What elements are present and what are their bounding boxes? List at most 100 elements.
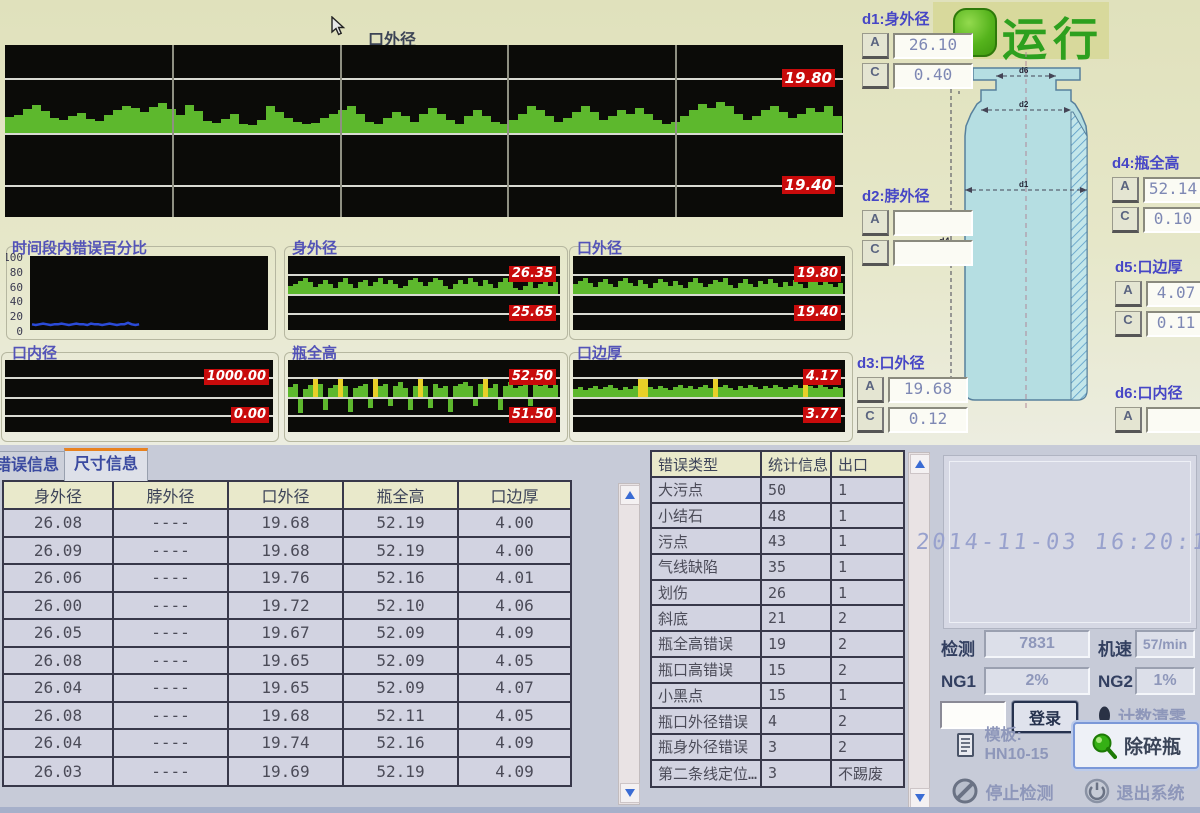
table-row[interactable]: 26.08----19.6852.194.00 (4, 510, 570, 538)
upper-limit-label: 52.50 (509, 369, 556, 385)
table-cell: 2 (832, 606, 903, 630)
lower-limit-label: 0.00 (231, 407, 269, 423)
table-row[interactable]: 瓶全高错误192 (652, 632, 903, 658)
table-cell: ---- (114, 758, 229, 786)
measure-value-c: 0.11 (1146, 311, 1200, 337)
measure-value-a (1146, 407, 1200, 433)
table-cell: 瓶口高错误 (652, 658, 762, 682)
table-row[interactable]: 污点431 (652, 529, 903, 555)
chart-bar (77, 113, 86, 133)
table-row[interactable]: 小结石481 (652, 504, 903, 530)
chart-bar (113, 110, 122, 133)
table-row[interactable]: 第二条线定位…3不踢废 (652, 761, 903, 787)
table-row[interactable]: 瓶口高错误152 (652, 658, 903, 684)
scroll-up-icon[interactable] (910, 454, 930, 474)
chart-bar (140, 112, 149, 133)
crush-bottle-button[interactable]: 除碎瓶 (1073, 722, 1199, 769)
speed-label: 机速 (1098, 635, 1132, 660)
error-percent-chart (30, 256, 268, 330)
field-a-button[interactable]: A (862, 33, 889, 59)
table-cell: ---- (114, 703, 229, 729)
tab-error-info[interactable]: 错误信息 (0, 451, 66, 480)
table-row[interactable]: 26.04----19.7452.164.09 (4, 730, 570, 758)
field-a-button[interactable]: A (1112, 177, 1139, 203)
chart-bar (716, 102, 725, 133)
exit-system-button[interactable]: 退出系统 (1073, 772, 1195, 810)
table-row[interactable]: 26.05----19.6752.094.09 (4, 620, 570, 648)
chart-bar (635, 108, 644, 133)
table-row[interactable]: 26.03----19.6952.194.09 (4, 758, 570, 786)
chart-bar (423, 386, 428, 397)
chart-bar (626, 114, 635, 133)
chart-bar (176, 115, 185, 133)
chart-bar (788, 118, 797, 133)
scroll-down-icon[interactable] (620, 783, 640, 803)
svg-text:d1: d1 (1019, 180, 1029, 189)
chart-bar (428, 108, 437, 133)
field-c-button[interactable]: C (1115, 311, 1142, 337)
mouse-cursor-icon (330, 16, 346, 36)
table-cell: 52.11 (344, 703, 459, 729)
table-row[interactable]: 划伤261 (652, 581, 903, 607)
stop-detect-label: 停止检测 (986, 779, 1054, 804)
table-row[interactable]: 26.09----19.6852.194.00 (4, 538, 570, 566)
table-row[interactable]: 26.08----19.6552.094.05 (4, 648, 570, 676)
y-axis-ticks: 100806040200 (6, 256, 23, 334)
table-row[interactable]: 斜底212 (652, 606, 903, 632)
table-row[interactable]: 26.04----19.6552.094.07 (4, 675, 570, 703)
table-cell: 19.68 (229, 703, 344, 729)
error-table-scrollbar[interactable] (908, 452, 930, 810)
table-cell: 26.04 (4, 730, 114, 756)
size-table-scrollbar[interactable] (618, 483, 640, 805)
chart-bar (725, 106, 734, 133)
table-row[interactable]: 大污点501 (652, 478, 903, 504)
panel-title-mouth-thickness: 口边厚 (577, 342, 622, 363)
chart-bar (318, 384, 323, 397)
table-row[interactable]: 26.08----19.6852.114.05 (4, 703, 570, 731)
table-row[interactable]: 瓶身外径错误32 (652, 735, 903, 761)
magnifier-icon (1091, 732, 1117, 760)
scroll-up-icon[interactable] (620, 485, 640, 505)
column-header: 统计信息 (762, 452, 832, 476)
table-cell: 1 (832, 555, 903, 579)
chart-bar (302, 124, 311, 133)
scroll-down-icon[interactable] (910, 788, 930, 808)
chart-bar (410, 122, 419, 133)
table-row[interactable]: 26.06----19.7652.164.01 (4, 565, 570, 593)
chart-bar (14, 115, 23, 133)
field-a-button[interactable]: A (857, 377, 884, 403)
table-row[interactable]: 26.00----19.7252.104.06 (4, 593, 570, 621)
table-row[interactable]: 瓶口外径错误42 (652, 709, 903, 735)
tab-size-info[interactable]: 尺寸信息 (64, 448, 148, 481)
stop-detect-button[interactable]: 停止检测 (941, 772, 1063, 810)
chart-bar (653, 120, 662, 133)
field-c-button[interactable]: C (862, 240, 889, 266)
field-a-button[interactable]: A (1115, 407, 1142, 433)
chart-bar (707, 108, 716, 133)
chart-bar (644, 114, 653, 133)
chart-area: 口外径 19.80 19.40 时间段内错误百分比 100806040200 身… (0, 0, 1200, 445)
table-cell: 2 (832, 658, 903, 682)
field-a-button[interactable]: A (862, 210, 889, 236)
panel-title-mouth-od: 口外径 (577, 237, 622, 258)
field-c-button[interactable]: C (862, 63, 889, 89)
panel-title-mouth-id: 口内径 (12, 342, 57, 363)
lower-limit-label: 25.65 (509, 305, 556, 321)
table-cell: 26.08 (4, 648, 114, 674)
detect-count-field: 7831 (984, 630, 1090, 658)
mouth-od-chart: 19.80 19.40 (573, 256, 845, 330)
stop-icon (951, 777, 979, 805)
template-button[interactable]: 模板: HN10-15 (941, 722, 1063, 768)
chart-bar (293, 122, 302, 133)
column-header: 瓶全高 (344, 482, 459, 508)
field-a-button[interactable]: A (1115, 281, 1142, 307)
chart-bar (761, 110, 770, 133)
measure-value-c: 0.12 (888, 407, 968, 433)
error-table: 大污点501小结石481污点431气线缺陷351划伤261斜底212瓶全高错误1… (650, 478, 905, 788)
table-row[interactable]: 小黑点151 (652, 684, 903, 710)
field-c-button[interactable]: C (857, 407, 884, 433)
crush-bottle-label: 除碎瓶 (1124, 732, 1181, 759)
table-cell: ---- (114, 675, 229, 701)
field-c-button[interactable]: C (1112, 207, 1139, 233)
table-row[interactable]: 气线缺陷351 (652, 555, 903, 581)
